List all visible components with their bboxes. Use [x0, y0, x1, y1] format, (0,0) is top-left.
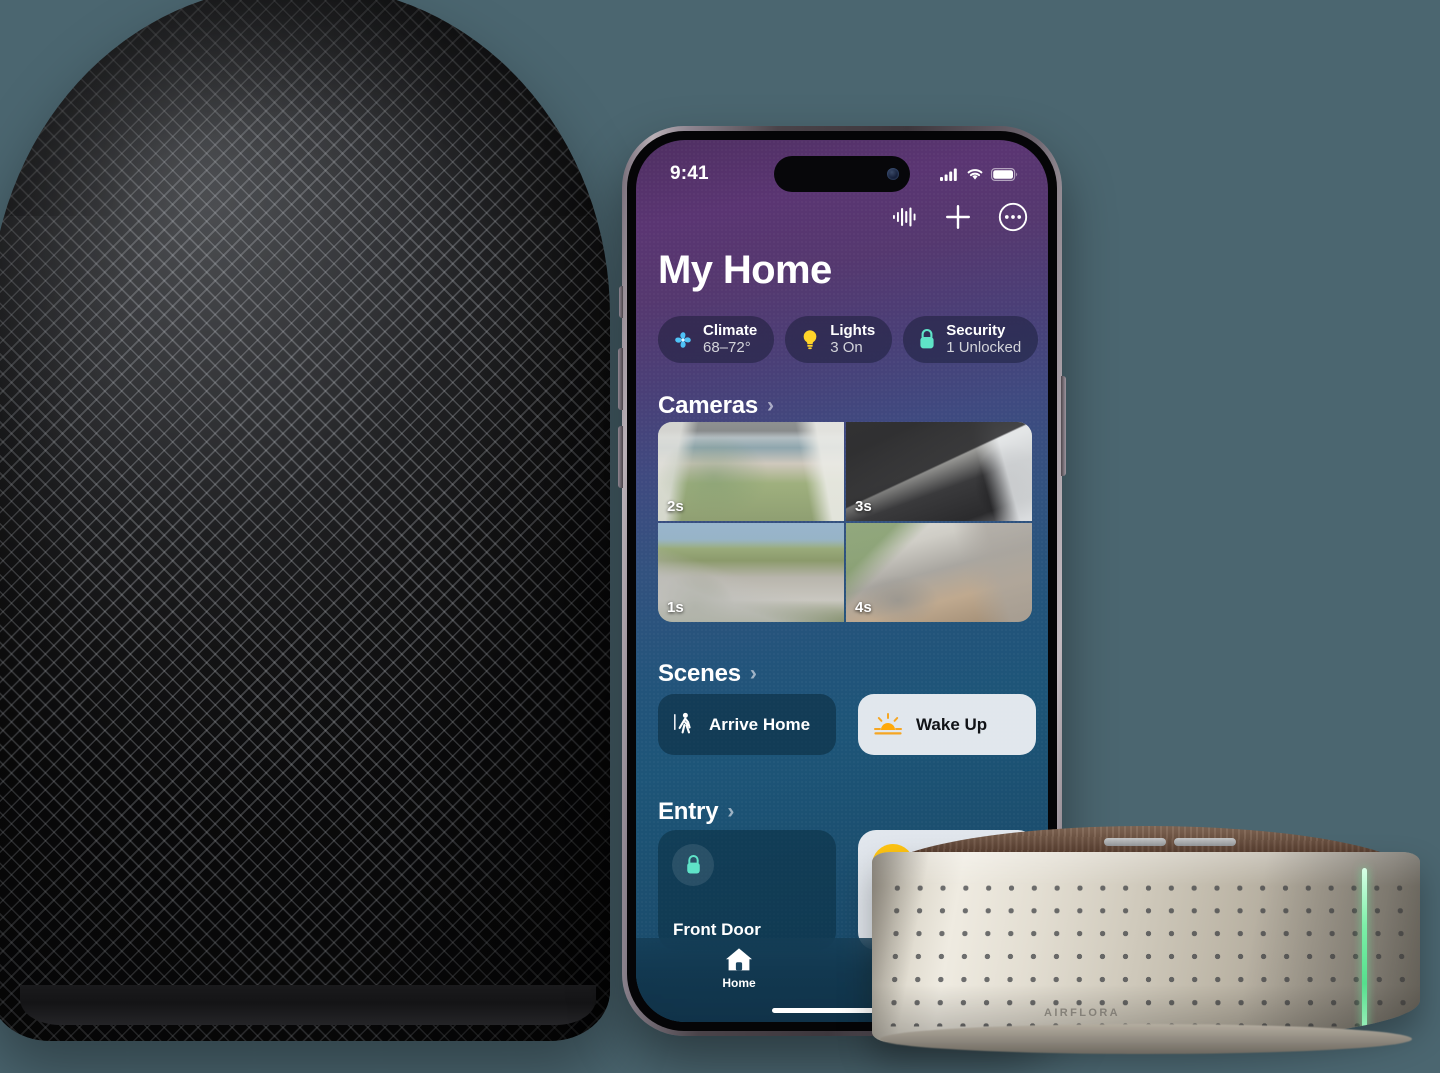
scenes-label: Scenes	[658, 660, 741, 687]
scene-arrive-home[interactable]: Arrive Home	[658, 694, 836, 755]
chip-title: Climate	[703, 322, 758, 339]
lock-icon-badge	[672, 844, 714, 886]
add-icon[interactable]	[944, 203, 972, 231]
speaker-top-curve	[0, 0, 610, 216]
camera-preview-image	[846, 422, 1032, 521]
camera-preview-image	[658, 523, 844, 622]
airflora-brand-label: AIRFLORA	[1044, 1007, 1121, 1019]
chip-title: Security	[946, 322, 1006, 339]
airflora-base	[880, 1024, 1412, 1054]
device-name: Front Door	[673, 920, 761, 939]
camera-tile[interactable]: 3s	[846, 422, 1032, 521]
status-chip-climate[interactable]: Climate 68–72°	[658, 316, 775, 363]
chevron-right-icon: ›	[749, 661, 757, 685]
camera-tile[interactable]: 4s	[846, 523, 1032, 622]
house-icon	[726, 948, 752, 971]
home-toolbar	[892, 202, 1028, 232]
volume-up-button[interactable]	[618, 348, 623, 410]
status-chip-lights[interactable]: Lights 3 On	[785, 316, 893, 363]
tab-home[interactable]: Home	[636, 946, 842, 990]
page-title: My Home	[658, 248, 832, 292]
volume-down-button[interactable]	[618, 426, 623, 488]
chip-title: Lights	[830, 322, 876, 339]
more-icon[interactable]	[998, 202, 1028, 232]
device-front-door[interactable]: Front Door	[658, 830, 836, 950]
cellular-signal-icon	[940, 168, 957, 181]
power-button[interactable]	[1061, 376, 1066, 476]
chip-subtitle: 1 Unlocked	[946, 339, 1022, 356]
camera-preview-image	[846, 523, 1032, 622]
chip-subtitle: 3 On	[830, 339, 863, 356]
scene-wake-up[interactable]: Wake Up	[858, 694, 1036, 755]
airflora-status-led	[1362, 868, 1367, 1033]
audio-waveform-icon[interactable]	[892, 206, 918, 228]
camera-preview-image	[658, 422, 844, 521]
sunrise-icon	[874, 712, 902, 734]
status-chips-row[interactable]: Climate 68–72° Lights 3 On Security 1 Un…	[658, 316, 1048, 363]
airflora-body-shading	[872, 852, 1420, 1042]
lightbulb-icon	[803, 330, 817, 350]
scenes-section-header[interactable]: Scenes ›	[658, 660, 757, 688]
camera-tile[interactable]: 2s	[658, 422, 844, 521]
dynamic-island[interactable]	[774, 156, 910, 192]
scenes-row: Arrive Home Wake Up	[658, 694, 1036, 755]
airflora-touch-control-left[interactable]	[1104, 838, 1166, 846]
camera-timestamp: 2s	[667, 498, 684, 515]
scene-label: Arrive Home	[709, 714, 811, 734]
airflora-touch-control-right[interactable]	[1174, 838, 1236, 846]
camera-tile[interactable]: 1s	[658, 523, 844, 622]
airflora-speaker: AIRFLORA	[866, 826, 1426, 1061]
camera-timestamp: 4s	[855, 599, 872, 616]
status-chip-security[interactable]: Security 1 Unlocked	[903, 316, 1039, 363]
walking-person-icon	[674, 712, 691, 734]
tab-label: Home	[722, 976, 756, 990]
cameras-section-header[interactable]: Cameras ›	[658, 392, 774, 420]
mute-switch[interactable]	[619, 286, 623, 318]
fan-icon	[675, 331, 691, 348]
speaker-base	[20, 985, 596, 1025]
chevron-right-icon: ›	[727, 799, 735, 823]
chevron-right-icon: ›	[767, 393, 774, 417]
entry-label: Entry	[658, 798, 719, 825]
lock-icon	[920, 328, 934, 349]
scene-label: Wake Up	[916, 714, 988, 734]
battery-icon	[991, 167, 1018, 181]
airflora-metal-body: AIRFLORA	[872, 852, 1420, 1042]
front-camera-icon	[887, 168, 899, 180]
entry-section-header[interactable]: Entry ›	[658, 798, 734, 826]
camera-timestamp: 3s	[855, 498, 872, 515]
camera-timestamp: 1s	[667, 599, 684, 616]
cameras-label: Cameras	[658, 392, 759, 419]
wifi-icon	[967, 168, 983, 180]
chip-subtitle: 68–72°	[703, 339, 751, 356]
homepod-speaker	[0, 0, 610, 1041]
lock-icon	[686, 854, 700, 874]
camera-grid[interactable]: 2s 3s 1s 4s	[658, 422, 1032, 622]
status-time: 9:41	[670, 163, 709, 184]
